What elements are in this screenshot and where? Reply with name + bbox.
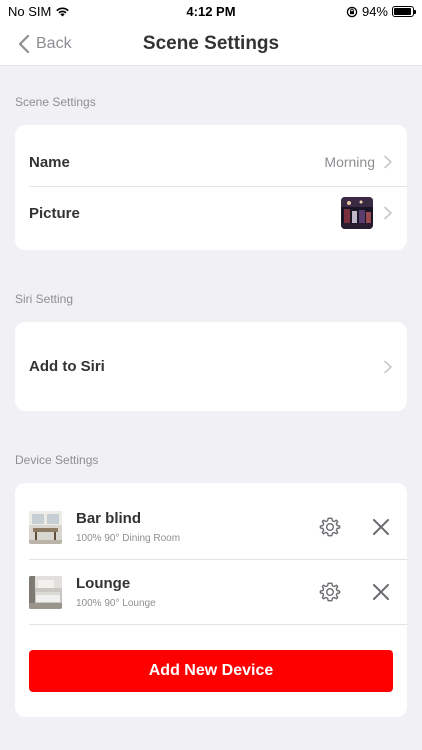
scene-picture-thumbnail xyxy=(341,197,373,229)
section-label-device-settings: Device Settings xyxy=(15,453,99,467)
chevron-right-icon xyxy=(384,155,392,169)
device-settings-button[interactable] xyxy=(318,580,342,604)
device-row[interactable]: Bar blind 100% 90° Dining Room xyxy=(29,495,407,559)
device-thumbnail xyxy=(29,575,62,609)
name-label: Name xyxy=(29,153,70,171)
add-new-device-button[interactable]: Add New Device xyxy=(29,650,393,692)
close-icon xyxy=(373,584,389,600)
add-to-siri-row[interactable]: Add to Siri xyxy=(29,322,407,411)
scene-settings-card: Name Morning Picture xyxy=(15,125,407,250)
close-icon xyxy=(373,519,389,535)
device-text: Bar blind 100% 90° Dining Room xyxy=(76,510,318,544)
siri-card: Add to Siri xyxy=(15,322,407,411)
remove-device-button[interactable] xyxy=(369,515,393,539)
status-right-group: 94% xyxy=(346,4,416,19)
gear-icon xyxy=(319,517,341,537)
battery-fill xyxy=(394,8,411,15)
name-row[interactable]: Name Morning xyxy=(29,137,407,187)
chevron-right-icon xyxy=(384,360,392,373)
row-divider xyxy=(29,624,407,625)
name-value: Morning xyxy=(324,154,375,170)
section-label-siri-setting: Siri Setting xyxy=(15,292,74,306)
status-bar: No SIM 4:12 PM 94% xyxy=(0,0,422,22)
device-text: Lounge 100% 90° Lounge xyxy=(76,575,318,609)
device-settings-card: Bar blind 100% 90° Dining Room Lounge 10… xyxy=(15,483,407,717)
battery-icon xyxy=(392,6,416,17)
section-label-scene-settings: Scene Settings xyxy=(15,95,96,109)
device-detail: 100% 90° Dining Room xyxy=(76,533,181,544)
device-detail: 100% 90° Lounge xyxy=(76,598,156,609)
picture-label: Picture xyxy=(29,204,80,222)
add-to-siri-label: Add to Siri xyxy=(29,358,105,375)
battery-percent: 94% xyxy=(361,4,388,19)
page-title: Scene Settings xyxy=(142,33,280,54)
lock-rotation-icon xyxy=(346,6,358,17)
chevron-right-icon xyxy=(384,206,392,220)
device-settings-button[interactable] xyxy=(318,515,342,539)
device-name: Lounge xyxy=(76,575,131,592)
device-row[interactable]: Lounge 100% 90° Lounge xyxy=(29,560,407,624)
device-name: Bar blind xyxy=(76,510,142,527)
nav-bar: Back Scene Settings xyxy=(0,22,422,66)
remove-device-button[interactable] xyxy=(369,580,393,604)
gear-icon xyxy=(319,582,341,602)
device-thumbnail xyxy=(29,510,62,544)
picture-row[interactable]: Picture xyxy=(29,187,407,239)
